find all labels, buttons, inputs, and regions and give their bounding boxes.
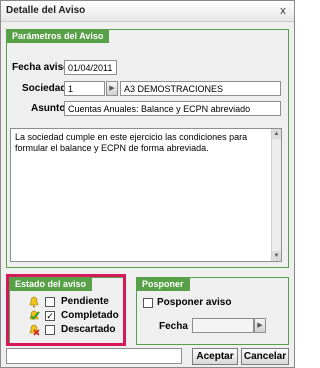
arrow-right-icon: ▶ [257, 322, 263, 329]
descripcion-memo[interactable]: La sociedad cumple en este ejercicio las… [10, 128, 282, 262]
close-icon[interactable]: x [276, 4, 290, 18]
sociedad-name-field[interactable]: A3 DEMOSTRACIONES [120, 81, 281, 96]
sociedad-lookup-button[interactable]: ▶ [106, 81, 118, 96]
scroll-up-icon[interactable]: ▲ [272, 129, 281, 139]
parametros-group: Parámetros del Aviso Fecha aviso 01/04/2… [6, 29, 289, 268]
posponer-fecha-field[interactable] [192, 318, 254, 333]
dialog-window: Detalle del Aviso x Parámetros del Aviso… [0, 0, 295, 368]
posponer-checkbox[interactable] [143, 298, 153, 308]
posponer-fecha-label: Fecha [159, 321, 188, 332]
posponer-fecha-button[interactable]: ▶ [254, 318, 266, 333]
fecha-aviso-label: Fecha aviso [12, 62, 70, 73]
posponer-group: Posponer Posponer aviso Fecha ▶ [136, 277, 289, 345]
cancelar-button[interactable]: Cancelar [241, 348, 289, 365]
asunto-label: Asunto [31, 103, 66, 114]
window-title: Detalle del Aviso [6, 5, 86, 16]
title-bar: Detalle del Aviso x [1, 1, 294, 22]
status-field [6, 348, 182, 364]
parametros-header: Parámetros del Aviso [6, 29, 110, 43]
posponer-aviso-label: Posponer aviso [157, 297, 232, 308]
memo-scrollbar[interactable]: ▲ ▼ [271, 129, 281, 261]
aceptar-button[interactable]: Aceptar [192, 348, 238, 365]
descripcion-text: La sociedad cumple en este ejercicio las… [15, 132, 248, 153]
arrow-right-icon: ▶ [109, 85, 115, 92]
asunto-field[interactable]: Cuentas Anuales: Balance y ECPN abreviad… [64, 101, 281, 116]
scroll-down-icon[interactable]: ▼ [272, 251, 281, 261]
fecha-aviso-field[interactable]: 01/04/2011 [64, 60, 117, 75]
sociedad-label: Sociedad [22, 83, 67, 94]
posponer-header: Posponer [136, 277, 190, 291]
sociedad-code-field[interactable]: 1 [64, 81, 105, 96]
highlight-frame [6, 274, 126, 346]
